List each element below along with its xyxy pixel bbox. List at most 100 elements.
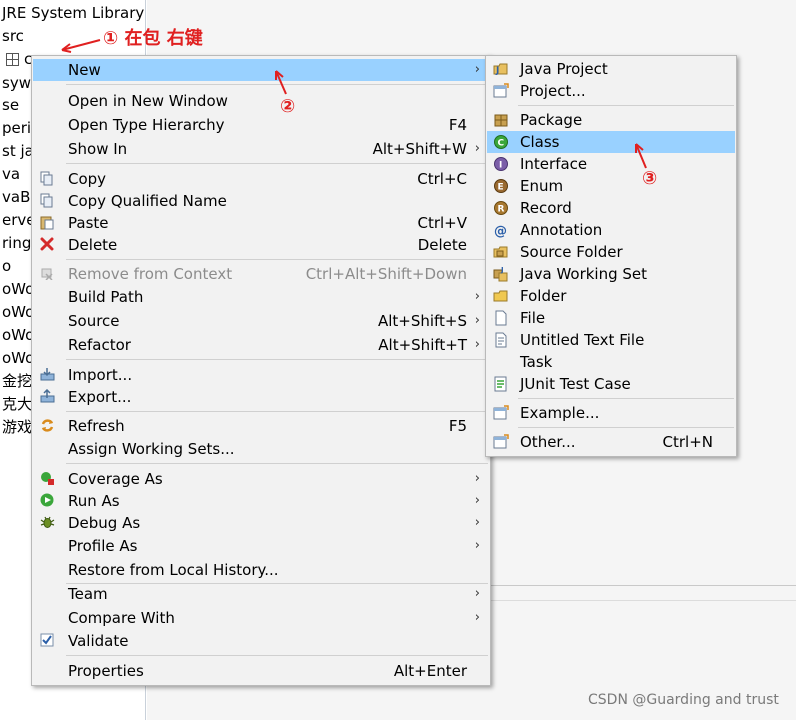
- menu-item-compare-with[interactable]: Compare With ›: [33, 607, 489, 629]
- tree-item[interactable]: oWo: [2, 325, 34, 345]
- submenu-item-file[interactable]: File: [487, 307, 735, 329]
- submenu-item-java-working-set[interactable]: J Java Working Set: [487, 263, 735, 285]
- menu-item-coverage-as[interactable]: Coverage As ›: [33, 468, 489, 490]
- submenu-item-record[interactable]: R Record: [487, 197, 735, 219]
- menu-item-show-in[interactable]: Show In Alt+Shift+W ›: [33, 138, 489, 160]
- refresh-icon: [39, 418, 55, 434]
- svg-text:E: E: [498, 183, 504, 193]
- menu-separator: [66, 411, 488, 412]
- menu-item-team[interactable]: Team ›: [33, 583, 489, 605]
- bug-icon: [39, 515, 55, 531]
- menu-item-properties[interactable]: Properties Alt+Enter: [33, 660, 489, 682]
- delete-icon: [39, 237, 55, 253]
- tree-item[interactable]: st ja: [2, 141, 34, 161]
- menu-item-delete[interactable]: Delete Delete: [33, 234, 489, 256]
- menu-item-profile-as[interactable]: Profile As ›: [33, 535, 489, 557]
- interface-icon: I: [493, 156, 509, 172]
- menu-separator: [518, 105, 734, 106]
- tree-item[interactable]: va: [2, 164, 20, 184]
- submenu-item-other[interactable]: Other... Ctrl+N: [487, 431, 735, 453]
- menu-item-assign-working-sets[interactable]: Assign Working Sets...: [33, 438, 489, 460]
- submenu-item-project[interactable]: Project...: [487, 80, 735, 102]
- menu-item-refactor[interactable]: Refactor Alt+Shift+T ›: [33, 334, 489, 356]
- project-icon: [493, 83, 509, 99]
- menu-item-export[interactable]: Export...: [33, 386, 489, 408]
- file-icon: [493, 310, 509, 326]
- svg-text:C: C: [498, 139, 505, 149]
- submenu-item-package[interactable]: Package: [487, 109, 735, 131]
- menu-item-restore-local-history[interactable]: Restore from Local History...: [33, 559, 489, 581]
- import-icon: [39, 367, 55, 383]
- submenu-item-enum[interactable]: E Enum: [487, 175, 735, 197]
- annotation-icon: @: [493, 222, 509, 239]
- junit-icon: [493, 376, 509, 392]
- menu-item-new[interactable]: New ›: [33, 59, 489, 81]
- submenu-item-example[interactable]: Example...: [487, 402, 735, 424]
- source-folder-icon: [493, 244, 509, 260]
- submenu-item-class[interactable]: C Class: [487, 131, 735, 153]
- class-icon: C: [493, 134, 509, 150]
- chevron-right-icon: ›: [474, 538, 480, 553]
- chevron-right-icon: ›: [474, 337, 480, 352]
- submenu-item-source-folder[interactable]: Source Folder: [487, 241, 735, 263]
- tree-item[interactable]: src: [2, 26, 24, 46]
- new-submenu: J Java Project Project... Package C Clas…: [485, 55, 737, 457]
- menu-separator: [518, 398, 734, 399]
- tree-item[interactable]: ring: [2, 233, 31, 253]
- package-icon: [6, 53, 19, 66]
- menu-item-open-type-hierarchy[interactable]: Open Type Hierarchy F4: [33, 114, 489, 136]
- chevron-right-icon: ›: [474, 141, 480, 156]
- other-wizard-icon: [493, 434, 509, 450]
- chevron-right-icon: ›: [474, 289, 480, 304]
- menu-item-paste[interactable]: Paste Ctrl+V: [33, 212, 489, 234]
- tree-item[interactable]: oWo: [2, 302, 34, 322]
- svg-text:J: J: [495, 66, 499, 76]
- annotation-step1: ① 在包 右键: [103, 28, 203, 49]
- tree-item[interactable]: 金挖: [2, 371, 32, 391]
- tree-item[interactable]: oWo: [2, 279, 34, 299]
- submenu-item-annotation[interactable]: @ Annotation: [487, 219, 735, 241]
- tree-item[interactable]: syw: [2, 73, 31, 93]
- tree-item[interactable]: 克大: [2, 394, 32, 414]
- menu-item-refresh[interactable]: Refresh F5: [33, 415, 489, 437]
- submenu-item-junit-test-case[interactable]: JUnit Test Case: [487, 373, 735, 395]
- tree-item[interactable]: se: [2, 95, 19, 115]
- menu-item-open-new-window[interactable]: Open in New Window: [33, 90, 489, 112]
- tree-item[interactable]: oWo: [2, 348, 34, 368]
- svg-text:J: J: [500, 266, 504, 274]
- chevron-right-icon: ›: [474, 586, 480, 601]
- menu-separator: [518, 427, 734, 428]
- export-icon: [39, 388, 55, 405]
- tree-item-selected-package[interactable]: c: [6, 49, 32, 69]
- menu-item-run-as[interactable]: Run As ›: [33, 490, 489, 512]
- submenu-item-untitled-text-file[interactable]: Untitled Text File: [487, 329, 735, 351]
- tree-item[interactable]: JRE System Library: [2, 3, 144, 23]
- chevron-right-icon: ›: [474, 493, 480, 508]
- context-menu: New › Open in New Window Open Type Hiera…: [31, 55, 491, 686]
- menu-item-copy-qualified-name[interactable]: Copy Qualified Name: [33, 190, 489, 212]
- menu-item-validate[interactable]: Validate: [33, 630, 489, 652]
- menu-item-import[interactable]: Import...: [33, 364, 489, 386]
- menu-item-copy[interactable]: Copy Ctrl+C: [33, 168, 489, 190]
- tree-item[interactable]: 游戏: [2, 417, 32, 437]
- menu-separator: [66, 259, 488, 260]
- menu-item-remove-from-context[interactable]: Remove from Context Ctrl+Alt+Shift+Down: [33, 263, 489, 285]
- menu-item-debug-as[interactable]: Debug As ›: [33, 512, 489, 534]
- watermark: CSDN @Guarding and trust: [588, 692, 779, 708]
- tree-item[interactable]: o: [2, 256, 11, 276]
- menu-item-source[interactable]: Source Alt+Shift+S ›: [33, 310, 489, 332]
- chevron-right-icon: ›: [474, 62, 480, 77]
- coverage-icon: [39, 471, 55, 487]
- submenu-item-task[interactable]: Task: [487, 351, 735, 373]
- remove-context-icon: [39, 266, 55, 282]
- menu-item-build-path[interactable]: Build Path ›: [33, 286, 489, 308]
- submenu-item-interface[interactable]: I Interface: [487, 153, 735, 175]
- package-icon: [493, 112, 509, 128]
- submenu-item-folder[interactable]: Folder: [487, 285, 735, 307]
- java-project-icon: J: [493, 61, 509, 77]
- checkbox-checked-icon: [39, 633, 55, 649]
- submenu-item-java-project[interactable]: J Java Project: [487, 58, 735, 80]
- example-icon: [493, 405, 509, 421]
- menu-separator: [66, 359, 488, 360]
- enum-icon: E: [493, 178, 509, 194]
